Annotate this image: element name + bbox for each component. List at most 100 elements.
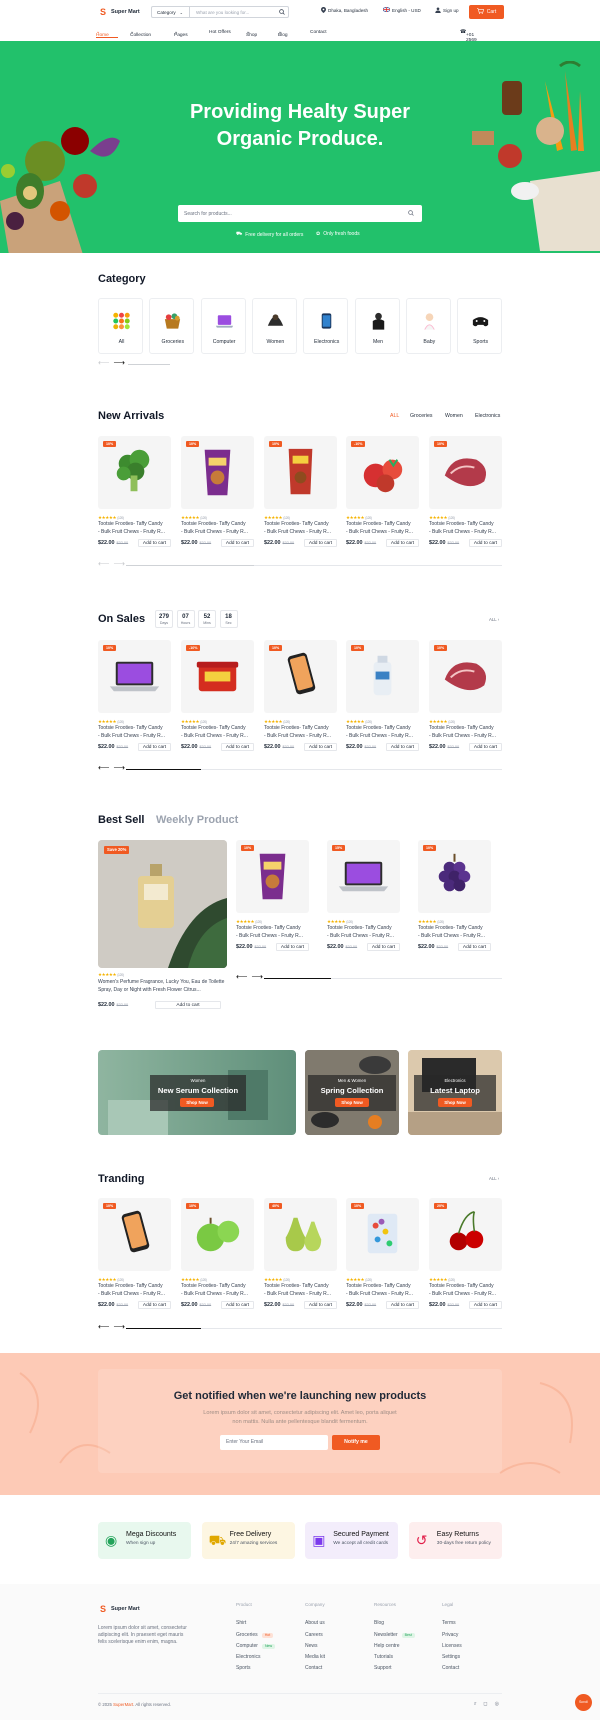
product-title[interactable]: Tootsie Frooties- Taffy Candy - Bulk Fru… — [98, 725, 171, 740]
category-item-all[interactable]: All — [98, 298, 143, 354]
logo[interactable]: S Super Mart — [98, 7, 140, 17]
footer-link[interactable]: Electronics — [236, 1654, 275, 1665]
add-to-cart-button[interactable]: Add to cart — [367, 943, 400, 951]
footer-link[interactable]: Privacy — [442, 1632, 462, 1643]
add-to-cart-button[interactable]: Add to cart — [386, 743, 419, 751]
scroll-to-top-button[interactable]: Scroll — [575, 1694, 592, 1711]
filter-women[interactable]: Women — [445, 413, 463, 419]
add-to-cart-button[interactable]: Add to cart — [469, 1301, 502, 1309]
notify-button[interactable]: Notify me — [332, 1435, 380, 1450]
product-title[interactable]: Tootsie Frooties- Taffy Candy - Bulk Fru… — [346, 725, 419, 740]
hero-search-input[interactable]: Search for products... — [178, 205, 422, 222]
cart-button[interactable]: Cart — [469, 5, 504, 19]
nav-item-blog[interactable]: Blog ⌄ — [278, 30, 288, 38]
product-title[interactable]: Tootsie Frooties- Taffy Candy - Bulk Fru… — [429, 521, 502, 536]
product-title[interactable]: Tootsie Frooties- Taffy Candy - Bulk Fru… — [346, 521, 419, 536]
add-to-cart-button[interactable]: Add to cart — [469, 539, 502, 547]
product-image[interactable]: 20% — [429, 1198, 502, 1271]
footer-link-newsletter[interactable]: Newsletter Best — [374, 1632, 415, 1643]
footer-link[interactable]: Terms — [442, 1620, 462, 1631]
search-icon[interactable] — [276, 9, 288, 15]
add-to-cart-button[interactable]: Add to cart — [386, 539, 419, 547]
footer-link[interactable]: Settings — [442, 1654, 462, 1665]
category-item-women[interactable]: Women — [251, 298, 297, 354]
location[interactable]: Dhaka, Bangladesh — [321, 7, 368, 14]
category-select[interactable]: Category ⌄ — [152, 7, 190, 17]
add-to-cart-button[interactable]: Add to cart — [304, 1301, 337, 1309]
banner-serum[interactable]: Women New Serum Collection Shop Now — [98, 1050, 296, 1135]
product-title[interactable]: Tootsie Frooties- Taffy Candy - Bulk Fru… — [327, 925, 400, 940]
phone-link[interactable]: ☎ +01 2569 8889 — [460, 30, 477, 48]
nav-item-home[interactable]: Home ⌄ — [96, 30, 109, 38]
add-to-cart-button[interactable]: Add to cart — [276, 943, 309, 951]
arrow-left-icon[interactable]: ⟵ — [98, 763, 109, 772]
product-image[interactable]: 10% — [429, 436, 502, 509]
arrow-right-icon[interactable]: ⟶ — [113, 358, 124, 367]
product-title[interactable]: Tootsie Frooties- Taffy Candy - Bulk Fru… — [181, 725, 254, 740]
category-item-sports[interactable]: Sports — [457, 298, 503, 354]
footer-link[interactable]: About us — [305, 1620, 325, 1631]
footer-link[interactable]: Contact — [442, 1665, 462, 1676]
product-title[interactable]: Tootsie Frooties- Taffy Candy - Bulk Fru… — [181, 1283, 254, 1298]
instagram-icon[interactable]: ◻ — [483, 1701, 487, 1707]
tab-best-sell[interactable]: Best Sell — [98, 814, 144, 826]
filter-electronics[interactable]: Electronics — [475, 413, 500, 419]
product-title[interactable]: Tootsie Frooties- Taffy Candy - Bulk Fru… — [418, 925, 491, 940]
email-input[interactable]: Enter Your Email — [220, 1435, 328, 1450]
featured-product-image[interactable]: Save 20% — [98, 840, 227, 968]
product-image[interactable]: 10% — [429, 640, 502, 713]
footer-link[interactable]: Help centre — [374, 1643, 415, 1654]
product-title[interactable]: Tootsie Frooties- Taffy Candy - Bulk Fru… — [429, 1283, 502, 1298]
product-image[interactable]: 10% — [264, 436, 337, 509]
add-to-cart-button[interactable]: Add to cart — [221, 1301, 254, 1309]
category-item-groceries[interactable]: Groceries — [149, 298, 195, 354]
product-image[interactable]: 15% — [327, 840, 400, 913]
add-to-cart-button[interactable]: Add to cart — [138, 539, 171, 547]
nav-item-shop[interactable]: Shop ⌄ — [246, 30, 257, 38]
footer-link[interactable]: Tutorials — [374, 1654, 415, 1665]
twitter-icon[interactable]: 𝕣 — [474, 1701, 476, 1707]
product-image[interactable]: 10% — [98, 1198, 171, 1271]
arrow-right-icon[interactable]: ⟶ — [113, 763, 124, 772]
product-title[interactable]: Tootsie Frooties- Taffy Candy - Bulk Fru… — [236, 925, 309, 940]
category-item-baby[interactable]: Baby — [405, 298, 451, 354]
product-title[interactable]: Tootsie Frooties- Taffy Candy - Bulk Fru… — [98, 1283, 171, 1298]
product-title[interactable]: Tootsie Frooties- Taffy Candy - Bulk Fru… — [98, 521, 171, 536]
product-image[interactable]: 10% — [98, 436, 171, 509]
add-to-cart-button[interactable]: Add to cart — [155, 1001, 221, 1009]
nav-item-contact[interactable]: Contact — [310, 30, 327, 35]
signup-link[interactable]: Sign up — [435, 7, 459, 14]
footer-link[interactable]: Licenses — [442, 1643, 462, 1654]
footer-link-groceries[interactable]: Groceries Hot — [236, 1632, 275, 1643]
footer-link[interactable]: Blog — [374, 1620, 415, 1631]
footer-link-computer[interactable]: Computer New — [236, 1643, 276, 1654]
product-title[interactable]: Tootsie Frooties- Taffy Candy - Bulk Fru… — [264, 725, 337, 740]
add-to-cart-button[interactable]: Add to cart — [386, 1301, 419, 1309]
product-title[interactable]: Tootsie Frooties- Taffy Candy - Bulk Fru… — [264, 1283, 337, 1298]
product-image[interactable]: 10% — [418, 840, 491, 913]
nav-item-collection[interactable]: Collection ⌄ — [130, 30, 151, 38]
add-to-cart-button[interactable]: Add to cart — [138, 743, 171, 751]
shop-now-button[interactable]: Shop Now — [335, 1098, 369, 1107]
arrow-left-icon[interactable]: ⟵ — [98, 559, 109, 568]
product-image[interactable]: 10% — [236, 840, 309, 913]
arrow-left-icon[interactable]: ⟵ — [98, 1322, 109, 1331]
product-image[interactable]: 10% — [181, 436, 254, 509]
product-image[interactable]: -10% — [346, 436, 419, 509]
banner-laptop[interactable]: Electronics Latest Laptop Shop Now — [408, 1050, 502, 1135]
on-sales-all-link[interactable]: ALL › — [489, 617, 499, 622]
footer-logo[interactable]: S Super Mart — [98, 1604, 140, 1614]
arrow-left-icon[interactable]: ⟵ — [236, 972, 247, 981]
filter-groceries[interactable]: Groceries — [410, 413, 433, 419]
product-title[interactable]: Tootsie Frooties- Taffy Candy - Bulk Fru… — [429, 725, 502, 740]
language-select[interactable]: English - USD — [382, 6, 421, 13]
product-image[interactable]: 10% — [98, 640, 171, 713]
copyright-brand[interactable]: SuperMart — [113, 1702, 133, 1707]
product-title[interactable]: Tootsie Frooties- Taffy Candy - Bulk Fru… — [264, 521, 337, 536]
featured-product-title[interactable]: Women's Perfume Fragrance, Lucky You, Ea… — [98, 979, 228, 994]
arrow-left-icon[interactable]: ⟵ — [98, 358, 109, 367]
product-image[interactable]: 10% — [264, 640, 337, 713]
trending-all-link[interactable]: ALL › — [489, 1176, 499, 1181]
add-to-cart-button[interactable]: Add to cart — [458, 943, 491, 951]
product-image[interactable]: 40% — [264, 1198, 337, 1271]
